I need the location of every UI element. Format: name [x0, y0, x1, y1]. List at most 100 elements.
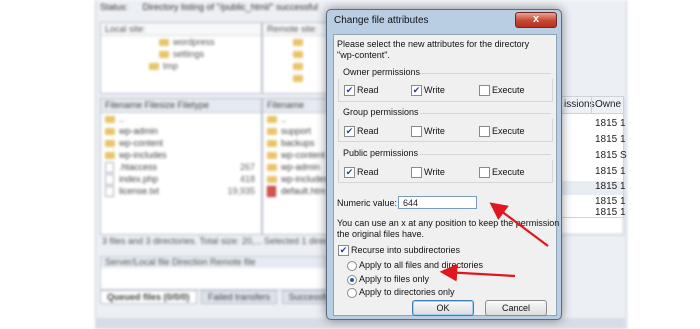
- checkmark-icon: ✔: [345, 167, 354, 177]
- hint-text-line1: You can use an x at any position to keep…: [337, 218, 560, 228]
- owner-execute-label: Execute: [492, 85, 525, 95]
- close-button[interactable]: x: [515, 12, 557, 28]
- public-read-checkbox[interactable]: ✔: [344, 167, 355, 178]
- local-list-header: Filename Filesize Filetype: [101, 99, 261, 113]
- public-execute-label: Execute: [492, 167, 525, 177]
- folder-icon: [267, 152, 277, 160]
- list-item[interactable]: license.txt 19,935: [101, 185, 261, 198]
- list-item[interactable]: index.php 418: [101, 173, 261, 186]
- tree-item[interactable]: [263, 48, 333, 60]
- folder-icon: [159, 39, 169, 47]
- folder-icon: [105, 140, 115, 148]
- public-execute-checkbox[interactable]: [479, 167, 490, 178]
- folder-icon: [105, 128, 115, 136]
- group-permissions-heading: Group permissions: [343, 107, 419, 117]
- list-item[interactable]: wp-includes: [101, 149, 261, 161]
- owner-cell: 1815 1: [595, 166, 626, 177]
- column-permissions[interactable]: issions: [564, 99, 595, 110]
- owner-read-checkbox[interactable]: ✔: [344, 85, 355, 96]
- local-file-list[interactable]: Filename Filesize Filetype .. wp-admin w…: [100, 98, 262, 235]
- numeric-value-input[interactable]: 644: [398, 196, 477, 209]
- folder-icon: [105, 116, 115, 124]
- owner-execute-checkbox[interactable]: [479, 85, 490, 96]
- apply-all-radio[interactable]: [347, 261, 357, 271]
- cancel-button[interactable]: Cancel: [485, 300, 547, 316]
- folder-icon: [159, 51, 169, 59]
- owner-cell: 1815 1: [595, 207, 626, 218]
- column-divider[interactable]: [591, 97, 592, 113]
- owner-cell: 1815 1: [561, 181, 626, 195]
- tab-queued-files[interactable]: Queued files (0/0/0): [100, 290, 197, 304]
- column-owner[interactable]: Owne: [595, 99, 621, 110]
- owner-cell: 1815 1: [595, 134, 626, 145]
- folder-icon: [267, 140, 277, 148]
- list-item[interactable]: wp-content: [101, 137, 261, 149]
- owner-cell: 1815 1: [595, 196, 626, 207]
- apply-all-label: Apply to all files and directories: [359, 260, 484, 270]
- queue-header: Server/Local file Direction Remote file: [101, 257, 326, 268]
- tree-item[interactable]: [263, 72, 333, 84]
- public-permissions-heading: Public permissions: [343, 148, 419, 158]
- local-path-label: Local site:: [101, 23, 261, 36]
- owner-write-checkbox[interactable]: ✔: [411, 85, 422, 96]
- checkmark-icon: ✔: [339, 245, 348, 255]
- group-execute-label: Execute: [492, 126, 525, 136]
- folder-icon: [293, 63, 303, 71]
- group-read-checkbox[interactable]: ✔: [344, 126, 355, 137]
- group-write-label: Write: [424, 126, 445, 136]
- remote-tree-pane[interactable]: Remote site:: [262, 22, 334, 94]
- folder-icon: [105, 152, 115, 160]
- folder-icon: [149, 63, 159, 71]
- local-summary: 3 files and 3 directories. Total size: 2…: [102, 236, 262, 246]
- tree-item[interactable]: wordpress: [101, 36, 261, 48]
- folder-icon: [293, 51, 303, 59]
- tab-failed-transfers[interactable]: Failed transfers: [201, 290, 278, 304]
- list-item[interactable]: .htaccess 267: [101, 161, 261, 174]
- recurse-label: Recurse into subdirectories: [351, 245, 461, 255]
- file-icon: [105, 186, 114, 198]
- recurse-checkbox[interactable]: ✔: [338, 245, 349, 256]
- group-divider: [420, 113, 551, 114]
- intro-text-line2: "wp-content".: [337, 50, 390, 60]
- transfer-queue[interactable]: Server/Local file Direction Remote file: [100, 256, 327, 290]
- local-tree-pane[interactable]: Local site: wordpress settings tmp: [100, 22, 262, 94]
- folder-icon: [267, 116, 277, 124]
- checkmark-icon: ✔: [412, 85, 421, 95]
- public-write-checkbox[interactable]: [411, 167, 422, 178]
- tree-item[interactable]: [263, 60, 333, 72]
- apply-directories-only-label: Apply to directories only: [359, 287, 455, 297]
- group-divider: [420, 73, 551, 74]
- checkmark-icon: ✔: [345, 85, 354, 95]
- tree-item[interactable]: tmp: [101, 60, 261, 72]
- folder-icon: [267, 164, 277, 172]
- file-icon: [267, 186, 276, 198]
- status-label: Status:: [100, 2, 129, 12]
- owner-cell: 1815 1: [595, 118, 626, 129]
- hint-text-line2: the original files have.: [337, 229, 425, 239]
- remote-list-columns: issions Owne 1815 1 1815 1 1815 S 1815 1…: [560, 96, 627, 218]
- tree-item[interactable]: settings: [101, 48, 261, 60]
- remote-path-label: Remote site:: [263, 23, 333, 36]
- list-item[interactable]: ..: [101, 113, 261, 125]
- folder-icon: [267, 128, 277, 136]
- owner-read-label: Read: [357, 85, 379, 95]
- tree-item[interactable]: [263, 36, 333, 48]
- group-divider: [420, 154, 551, 155]
- group-write-checkbox[interactable]: [411, 126, 422, 137]
- apply-files-only-radio[interactable]: [347, 275, 357, 285]
- ok-button[interactable]: OK: [412, 300, 474, 316]
- numeric-value-label: Numeric value:: [337, 198, 398, 208]
- public-write-label: Write: [424, 167, 445, 177]
- folder-icon: [293, 75, 303, 83]
- column-headers: issions Owne: [561, 97, 623, 114]
- owner-cell: 1815 S: [595, 150, 627, 161]
- folder-icon: [293, 39, 303, 47]
- group-execute-checkbox[interactable]: [479, 126, 490, 137]
- owner-permissions-heading: Owner permissions: [343, 67, 421, 77]
- apply-files-only-label: Apply to files only: [359, 274, 430, 284]
- change-file-attributes-dialog: Change file attributes x Please select t…: [326, 9, 562, 320]
- intro-text-line1: Please select the new attributes for the…: [337, 39, 530, 49]
- apply-directories-only-radio[interactable]: [347, 288, 357, 298]
- list-item[interactable]: wp-admin: [101, 125, 261, 137]
- file-icon: [105, 174, 114, 186]
